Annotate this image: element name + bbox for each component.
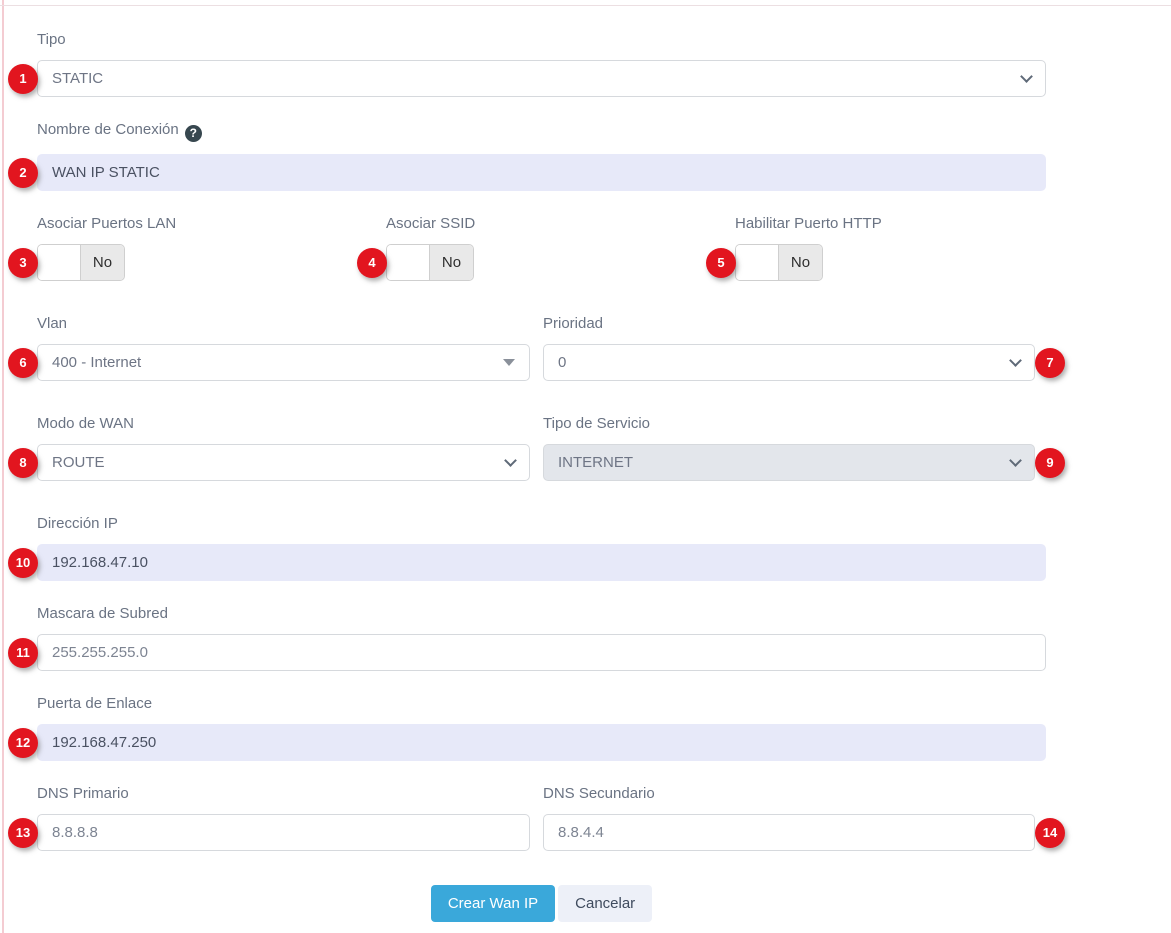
dns-secundario-label: DNS Secundario (543, 785, 1035, 802)
toggle-state-label: No (430, 245, 473, 280)
field-asociar-puertos-lan: Asociar Puertos LAN No 3 (37, 215, 373, 281)
direccion-ip-input[interactable] (37, 544, 1046, 581)
annotation-badge-11: 11 (8, 638, 38, 668)
vlan-label: Vlan (37, 315, 530, 332)
asociar-ssid-label: Asociar SSID (386, 215, 722, 232)
puerta-enlace-input[interactable] (37, 724, 1046, 761)
toggle-knob (38, 245, 81, 280)
annotation-badge-2: 2 (8, 158, 38, 188)
habilitar-puerto-http-toggle[interactable]: No (735, 244, 823, 281)
vlan-select[interactable]: 400 - Internet (37, 344, 530, 381)
annotation-badge-4: 4 (357, 248, 387, 278)
field-tipo-servicio: Tipo de Servicio INTERNET 9 (543, 415, 1035, 481)
annotation-badge-7: 7 (1035, 348, 1065, 378)
annotation-badge-10: 10 (8, 548, 38, 578)
nombre-conexion-label-text: Nombre de Conexión (37, 121, 179, 138)
toggle-knob (387, 245, 430, 280)
chevron-down-icon (1020, 70, 1033, 83)
habilitar-puerto-http-label: Habilitar Puerto HTTP (735, 215, 1071, 232)
tipo-servicio-select: INTERNET (543, 444, 1035, 481)
annotation-badge-6: 6 (8, 348, 38, 378)
asociar-puertos-lan-label: Asociar Puertos LAN (37, 215, 373, 232)
vlan-select-value: 400 - Internet (52, 354, 141, 371)
vlan-prioridad-row: Vlan 400 - Internet 6 Prioridad 0 7 (37, 315, 1171, 381)
annotation-badge-1: 1 (8, 64, 38, 94)
field-puerta-enlace: Puerta de Enlace 12 (37, 695, 1171, 761)
dns-secundario-input[interactable] (543, 814, 1035, 851)
form-actions: Crear Wan IP Cancelar (37, 885, 1046, 922)
prioridad-select[interactable]: 0 (543, 344, 1035, 381)
annotation-badge-12: 12 (8, 728, 38, 758)
prioridad-select-value: 0 (558, 354, 566, 371)
puerta-enlace-label: Puerta de Enlace (37, 695, 1171, 712)
mascara-subred-input[interactable] (37, 634, 1046, 671)
annotation-badge-8: 8 (8, 448, 38, 478)
modo-wan-select-value: ROUTE (52, 454, 105, 471)
toggles-row: Asociar Puertos LAN No 3 Asociar SSID No… (37, 215, 1171, 281)
tipo-select[interactable]: STATIC (37, 60, 1046, 97)
field-direccion-ip: Dirección IP 10 (37, 515, 1171, 581)
wan-ip-config-form: Tipo STATIC 1 Nombre de Conexión? 2 Asoc… (0, 0, 1171, 922)
chevron-down-icon (1009, 454, 1022, 467)
annotation-badge-13: 13 (8, 818, 38, 848)
toggle-state-label: No (81, 245, 124, 280)
nombre-conexion-label: Nombre de Conexión? (37, 121, 1171, 142)
tipo-servicio-label: Tipo de Servicio (543, 415, 1035, 432)
annotation-badge-9: 9 (1035, 448, 1065, 478)
modo-wan-select[interactable]: ROUTE (37, 444, 530, 481)
asociar-puertos-lan-toggle[interactable]: No (37, 244, 125, 281)
chevron-down-icon (1009, 354, 1022, 367)
field-habilitar-puerto-http: Habilitar Puerto HTTP No 5 (735, 215, 1071, 281)
nombre-conexion-input[interactable] (37, 154, 1046, 191)
dns-primario-label: DNS Primario (37, 785, 530, 802)
crear-wan-ip-button[interactable]: Crear Wan IP (431, 885, 555, 922)
prioridad-label: Prioridad (543, 315, 1035, 332)
modo-servicio-row: Modo de WAN ROUTE 8 Tipo de Servicio INT… (37, 415, 1171, 481)
mascara-subred-label: Mascara de Subred (37, 605, 1171, 622)
direccion-ip-label: Dirección IP (37, 515, 1171, 532)
field-mascara-subred: Mascara de Subred 11 (37, 605, 1171, 671)
field-nombre-conexion: Nombre de Conexión? 2 (37, 121, 1171, 191)
dropdown-arrow-icon (503, 359, 515, 366)
annotation-badge-14: 14 (1035, 818, 1065, 848)
tipo-label: Tipo (37, 31, 1171, 48)
field-dns-secundario: DNS Secundario 14 (543, 785, 1035, 851)
field-tipo: Tipo STATIC 1 (37, 31, 1171, 97)
dns-row: DNS Primario 13 DNS Secundario 14 (37, 785, 1171, 851)
annotation-badge-5: 5 (706, 248, 736, 278)
field-asociar-ssid: Asociar SSID No 4 (386, 215, 722, 281)
dns-primario-input[interactable] (37, 814, 530, 851)
chevron-down-icon (504, 454, 517, 467)
tipo-select-value: STATIC (52, 70, 103, 87)
field-prioridad: Prioridad 0 7 (543, 315, 1035, 381)
field-dns-primario: DNS Primario 13 (37, 785, 530, 851)
toggle-state-label: No (779, 245, 822, 280)
toggle-knob (736, 245, 779, 280)
modo-wan-label: Modo de WAN (37, 415, 530, 432)
question-circle-icon[interactable]: ? (185, 125, 202, 142)
tipo-servicio-select-value: INTERNET (558, 454, 633, 471)
annotation-badge-3: 3 (8, 248, 38, 278)
field-vlan: Vlan 400 - Internet 6 (37, 315, 530, 381)
field-modo-wan: Modo de WAN ROUTE 8 (37, 415, 530, 481)
cancelar-button[interactable]: Cancelar (558, 885, 652, 922)
asociar-ssid-toggle[interactable]: No (386, 244, 474, 281)
